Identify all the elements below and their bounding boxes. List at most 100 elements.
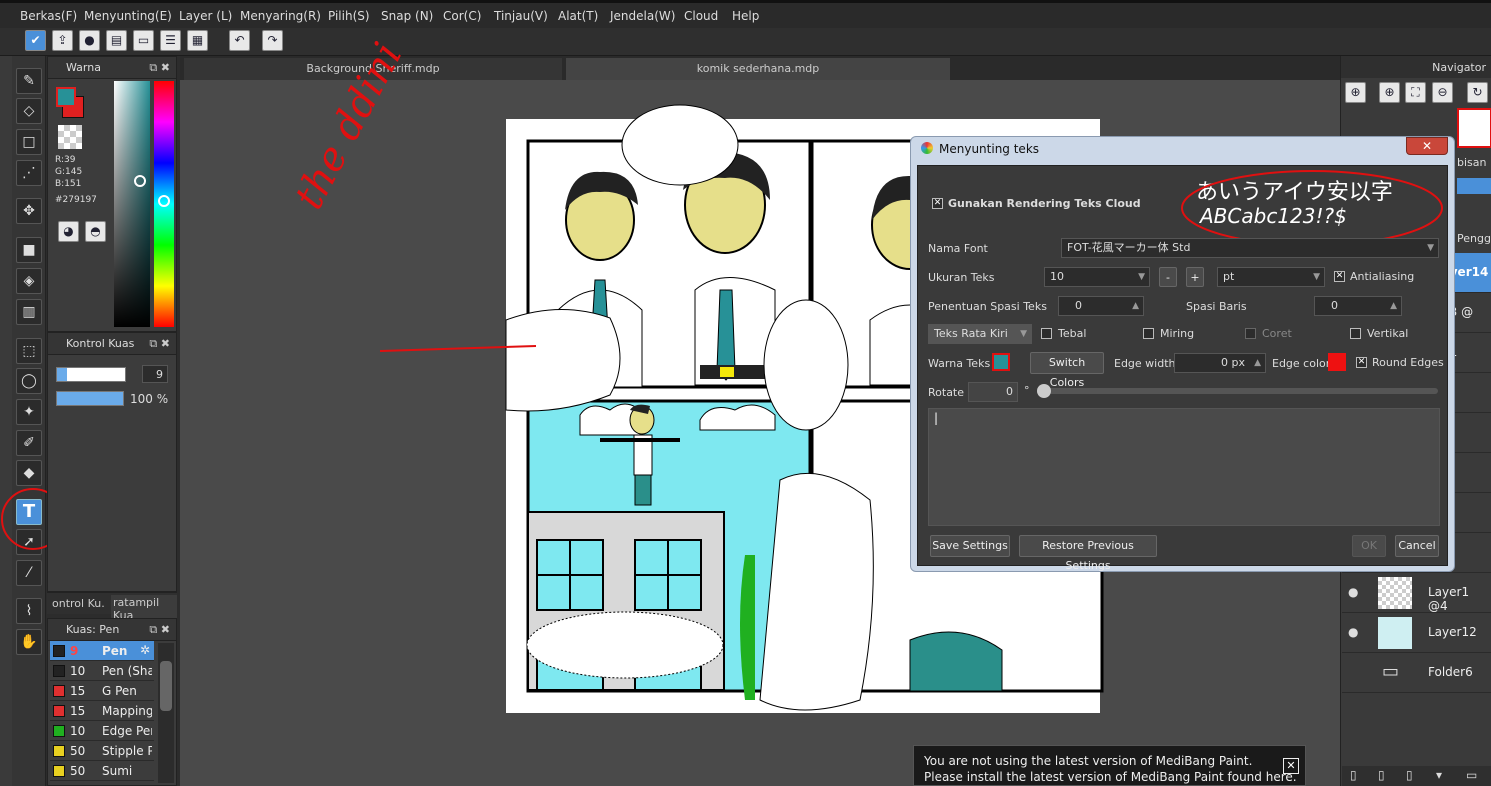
menu-select[interactable]: Pilih(S) bbox=[328, 9, 370, 23]
brush-item-pen[interactable]: 9 Pen ✲ bbox=[50, 641, 154, 661]
brush-item[interactable]: 10 Pen (Sha bbox=[50, 661, 154, 681]
text-input-area[interactable]: | bbox=[928, 408, 1440, 526]
bucket-tool-icon[interactable]: ◈ bbox=[16, 268, 42, 294]
foreground-color-swatch[interactable] bbox=[56, 87, 76, 107]
visibility-icon[interactable]: ● bbox=[1348, 625, 1358, 639]
brush-size-input[interactable]: 9 bbox=[142, 365, 168, 383]
vertical-checkbox[interactable] bbox=[1350, 328, 1361, 339]
brush-item[interactable]: 10 Edge Pen bbox=[50, 721, 154, 741]
share-icon[interactable]: ⇪ bbox=[52, 30, 73, 51]
message-icon[interactable]: ▤ bbox=[106, 30, 127, 51]
menu-filter[interactable]: Menyaring(R) bbox=[240, 9, 321, 23]
dialog-close-button[interactable]: ✕ bbox=[1406, 137, 1448, 155]
select-pen-tool-icon[interactable]: ✐ bbox=[16, 430, 42, 456]
bold-checkbox[interactable] bbox=[1041, 328, 1052, 339]
comment-icon[interactable]: ● bbox=[79, 30, 100, 51]
hue-slider[interactable] bbox=[154, 81, 174, 327]
edge-width-spinner[interactable]: 0 px ▲ bbox=[1174, 353, 1266, 373]
tab-brush-control[interactable]: ontrol Ku. bbox=[52, 597, 105, 610]
new-layer-icon[interactable]: ▯ bbox=[1350, 768, 1357, 782]
italic-checkbox[interactable] bbox=[1143, 328, 1154, 339]
hand-tool-icon[interactable]: ✋ bbox=[16, 629, 42, 655]
round-edges-checkbox[interactable]: ✕ bbox=[1356, 357, 1367, 368]
move-tool-icon[interactable]: ✥ bbox=[16, 198, 42, 224]
brush-size-slider[interactable] bbox=[56, 367, 126, 382]
text-color-swatch[interactable] bbox=[992, 353, 1010, 371]
new-folder-icon[interactable]: ▭ bbox=[1466, 768, 1477, 782]
edge-color-swatch[interactable] bbox=[1328, 353, 1346, 371]
cloud-render-checkbox[interactable]: ✕ bbox=[932, 198, 943, 209]
zoom-out-icon[interactable]: ⊖ bbox=[1432, 82, 1453, 103]
dot-tool-icon[interactable]: ⋰ bbox=[16, 160, 42, 186]
rotate-slider-handle[interactable] bbox=[1037, 384, 1051, 398]
brush-tool-icon[interactable]: ✎ bbox=[16, 68, 42, 94]
menu-edit[interactable]: Menyunting(E) bbox=[84, 9, 172, 23]
size-decrease-button[interactable]: - bbox=[1159, 267, 1177, 287]
zoom-in-icon[interactable]: ⊕ bbox=[1379, 82, 1400, 103]
align-select[interactable]: Teks Rata Kiri ▼ bbox=[928, 324, 1032, 344]
layer-row[interactable]: ▭ Folder6 bbox=[1342, 653, 1491, 693]
font-select[interactable]: FOT-花風マーカー体 Std ▼ bbox=[1061, 238, 1439, 258]
brush-item[interactable]: 15 G Pen bbox=[50, 681, 154, 701]
menu-snap[interactable]: Snap (N) bbox=[381, 9, 433, 23]
antialias-checkbox[interactable]: ✕ bbox=[1334, 271, 1345, 282]
menu-window[interactable]: Jendela(W) bbox=[610, 9, 675, 23]
document-icon[interactable]: ▭ bbox=[133, 30, 154, 51]
navigator-thumbnail[interactable] bbox=[1457, 108, 1491, 148]
brush-item[interactable]: 50 Stipple P bbox=[50, 741, 154, 761]
menu-view[interactable]: Tinjau(V) bbox=[494, 9, 548, 23]
eyedropper-tool-icon[interactable]: ⁄ bbox=[16, 560, 42, 586]
save-settings-button[interactable]: Save Settings bbox=[930, 535, 1010, 557]
panel-close-icon[interactable]: ⧉ ✖ bbox=[149, 619, 170, 641]
brush-item[interactable]: 15 Mapping bbox=[50, 701, 154, 721]
rotate-input[interactable]: 0 bbox=[968, 382, 1018, 402]
menu-tools[interactable]: Alat(T) bbox=[558, 9, 598, 23]
layer-menu-icon[interactable]: ▾ bbox=[1436, 768, 1442, 782]
zoom-fit-icon[interactable]: ⊕ bbox=[1345, 82, 1366, 103]
magic-wand-tool-icon[interactable]: ✦ bbox=[16, 399, 42, 425]
panel-close-icon[interactable]: ⧉ ✖ bbox=[149, 333, 170, 355]
menu-layer[interactable]: Layer (L) bbox=[179, 9, 232, 23]
dropper-tool-icon[interactable]: ⌇ bbox=[16, 598, 42, 624]
lasso-tool-icon[interactable]: ◯ bbox=[16, 368, 42, 394]
grid-icon[interactable]: ▦ bbox=[187, 30, 208, 51]
transparent-color-swatch[interactable] bbox=[58, 125, 82, 149]
menu-color[interactable]: Cor(C) bbox=[443, 9, 481, 23]
menu-cloud[interactable]: Cloud bbox=[684, 9, 718, 23]
unit-select[interactable]: pt ▼ bbox=[1217, 267, 1325, 287]
menu-file[interactable]: Berkas(F) bbox=[20, 9, 77, 23]
copy-layer-icon[interactable]: ▯ bbox=[1378, 768, 1385, 782]
brush-opacity-slider[interactable] bbox=[56, 391, 124, 406]
update-notification[interactable]: You are not using the latest version of … bbox=[913, 745, 1306, 786]
layer-row[interactable]: ● Layer12 bbox=[1342, 613, 1491, 653]
cloud-save-icon[interactable]: ✔ bbox=[25, 30, 46, 51]
brush-item[interactable]: 50 Sumi bbox=[50, 761, 154, 781]
rotate-icon[interactable]: ↻ bbox=[1467, 82, 1488, 103]
fill-rect-tool-icon[interactable]: ■ bbox=[16, 237, 42, 263]
brush-list-scrollbar[interactable] bbox=[158, 643, 174, 783]
eraser-tool-icon[interactable]: ◇ bbox=[16, 98, 42, 124]
size-select[interactable]: 10 ▼ bbox=[1044, 267, 1150, 287]
redo-icon[interactable]: ↷ bbox=[262, 30, 283, 51]
gradient-tool-icon[interactable]: ▥ bbox=[16, 299, 42, 325]
blend-mode-select[interactable] bbox=[1457, 178, 1491, 194]
palette-icon[interactable]: ◕ bbox=[58, 221, 79, 242]
select-eraser-tool-icon[interactable]: ◆ bbox=[16, 460, 42, 486]
line-spacing-spinner[interactable]: 0 ▲ bbox=[1314, 296, 1402, 316]
select-rect-tool-icon[interactable]: ⬚ bbox=[16, 338, 42, 364]
add-layer-icon[interactable]: ▯ bbox=[1406, 768, 1413, 782]
cancel-button[interactable]: Cancel bbox=[1395, 535, 1439, 557]
restore-settings-button[interactable]: Restore Previous Settings bbox=[1019, 535, 1157, 572]
color-set-icon[interactable]: ◓ bbox=[85, 221, 106, 242]
size-increase-button[interactable]: + bbox=[1186, 267, 1204, 287]
visibility-icon[interactable]: ● bbox=[1348, 585, 1358, 599]
notification-close-button[interactable]: ✕ bbox=[1283, 758, 1299, 774]
saturation-picker[interactable] bbox=[114, 81, 150, 327]
list-icon[interactable]: ☰ bbox=[160, 30, 181, 51]
spacing-spinner[interactable]: 0 ▲ bbox=[1058, 296, 1144, 316]
menu-help[interactable]: Help bbox=[732, 9, 759, 23]
fullscreen-icon[interactable]: ⛶ bbox=[1405, 82, 1426, 103]
gear-icon[interactable]: ✲ bbox=[140, 643, 150, 657]
undo-icon[interactable]: ↶ bbox=[229, 30, 250, 51]
layer-row[interactable]: ● Layer1 @4 bbox=[1342, 573, 1491, 613]
